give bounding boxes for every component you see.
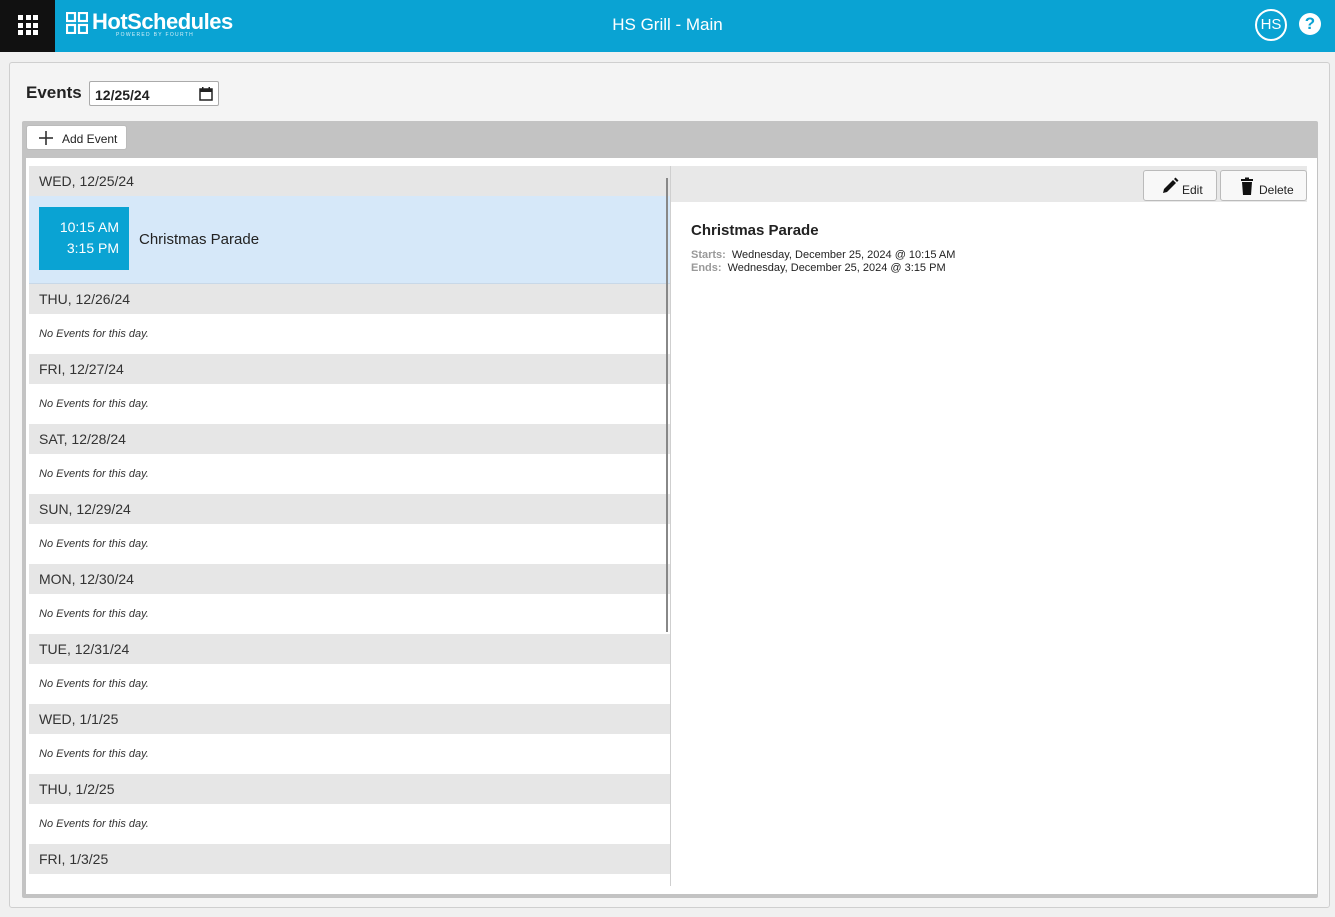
- help-icon[interactable]: ?: [1299, 13, 1321, 35]
- edit-button[interactable]: Edit: [1143, 170, 1217, 201]
- add-event-button[interactable]: Add Event: [26, 125, 127, 150]
- plus-icon: [39, 131, 53, 145]
- logo-mark-icon: [66, 12, 88, 34]
- event-row-selected[interactable]: 10:15 AM 3:15 PM Christmas Parade: [29, 196, 670, 284]
- events-container: Add Event WED, 12/25/24 10:15 AM 3:15 PM…: [22, 121, 1318, 898]
- day-header: WED, 1/1/25: [29, 704, 670, 734]
- no-events-message: No Events for this day.: [39, 468, 149, 480]
- ends-key: Ends:: [691, 262, 722, 274]
- day-header: SUN, 12/29/24: [29, 494, 670, 524]
- app-launcher-button[interactable]: [0, 0, 55, 52]
- no-events-message: No Events for this day.: [39, 748, 149, 760]
- starts-value: Wednesday, December 25, 2024 @ 10:15 AM: [731, 249, 956, 261]
- day-header: THU, 12/26/24: [29, 284, 670, 314]
- no-events-message: No Events for this day.: [39, 398, 149, 410]
- starts-key: Starts:: [691, 249, 726, 261]
- grid-icon: [18, 15, 38, 35]
- day-header: FRI, 12/27/24: [29, 354, 670, 384]
- ends-value: Wednesday, December 25, 2024 @ 3:15 PM: [727, 262, 946, 274]
- add-event-label: Add Event: [62, 132, 118, 146]
- event-time-box: 10:15 AM 3:15 PM: [39, 207, 129, 270]
- event-end-time: 3:15 PM: [66, 240, 119, 256]
- day-header: SAT, 12/28/24: [29, 424, 670, 454]
- detail-toolbar: Edit Delete: [671, 166, 1307, 202]
- delete-button[interactable]: Delete: [1220, 170, 1307, 201]
- events-panel: Events 12/25/24 Add Event WED, 12/25/24 …: [9, 62, 1330, 908]
- calendar-icon[interactable]: [199, 87, 213, 101]
- delete-label: Delete: [1259, 183, 1294, 197]
- event-detail-pane: Edit Delete Christmas Parade Starts: Wedn…: [671, 166, 1307, 886]
- logo-text: HotSchedules: [92, 9, 233, 34]
- detail-starts: Starts: Wednesday, December 25, 2024 @ 10…: [691, 249, 955, 261]
- no-events-message: No Events for this day.: [39, 328, 149, 340]
- no-events-message: No Events for this day.: [39, 678, 149, 690]
- trash-icon: [1241, 177, 1253, 195]
- day-header: TUE, 12/31/24: [29, 634, 670, 664]
- page-title: Events: [26, 83, 82, 102]
- detail-ends: Ends: Wednesday, December 25, 2024 @ 3:15…: [691, 262, 946, 274]
- no-events-message: No Events for this day.: [39, 538, 149, 550]
- pencil-icon: [1163, 177, 1179, 193]
- events-content: WED, 12/25/24 10:15 AM 3:15 PM Christmas…: [26, 158, 1317, 894]
- user-avatar[interactable]: HS: [1255, 9, 1287, 41]
- logo: HotSchedules POWERED BY FOURTH: [66, 10, 233, 40]
- no-events-message: No Events for this day.: [39, 818, 149, 830]
- list-scrollbar[interactable]: [666, 178, 668, 632]
- event-start-time: 10:15 AM: [59, 219, 119, 235]
- no-events-message: No Events for this day.: [39, 608, 149, 620]
- edit-label: Edit: [1182, 183, 1203, 197]
- day-header: MON, 12/30/24: [29, 564, 670, 594]
- date-value: 12/25/24: [95, 87, 150, 103]
- top-bar: HotSchedules POWERED BY FOURTH HS Grill …: [0, 0, 1335, 52]
- logo-subtext: POWERED BY FOURTH: [116, 32, 195, 38]
- detail-title: Christmas Parade: [691, 222, 819, 239]
- day-header: THU, 1/2/25: [29, 774, 670, 804]
- events-list: WED, 12/25/24 10:15 AM 3:15 PM Christmas…: [29, 166, 671, 886]
- day-header: WED, 12/25/24: [29, 166, 670, 196]
- event-name: Christmas Parade: [139, 231, 260, 248]
- date-picker-input[interactable]: 12/25/24: [89, 81, 219, 106]
- day-header: FRI, 1/3/25: [29, 844, 670, 874]
